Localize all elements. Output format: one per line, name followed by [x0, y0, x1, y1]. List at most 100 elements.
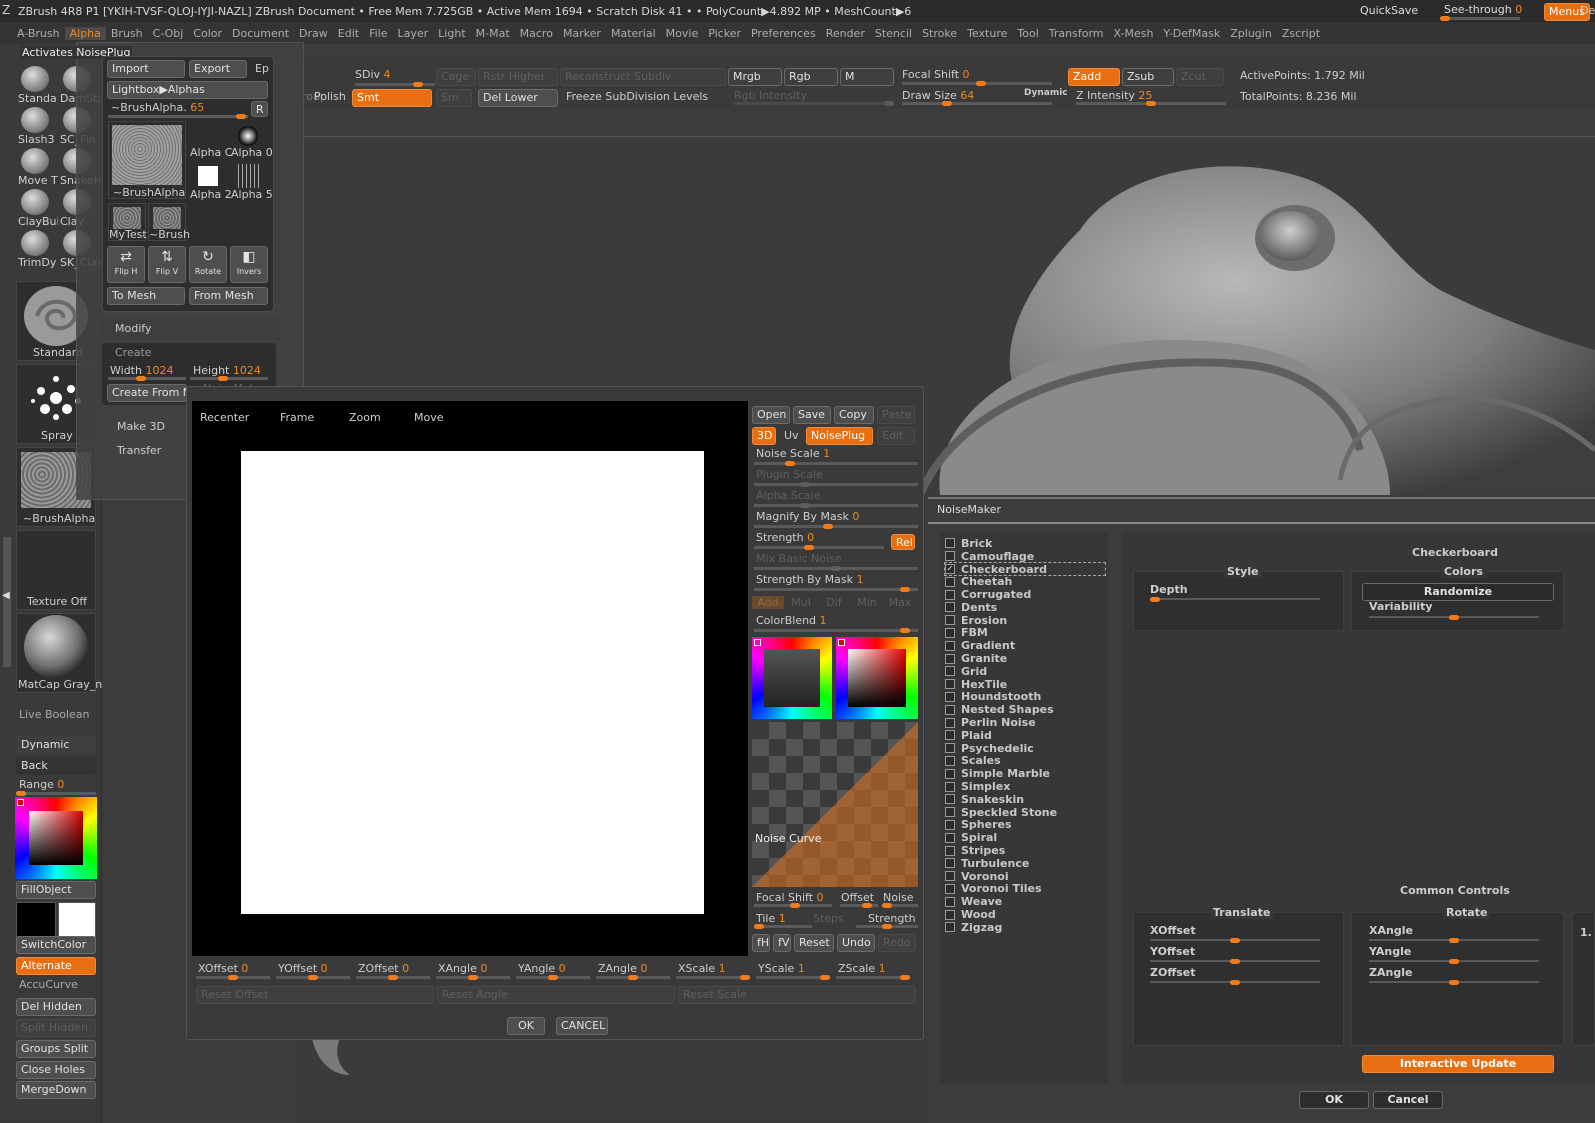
- noise-type-turbulence[interactable]: Turbulence: [945, 857, 1105, 870]
- ep-button[interactable]: Ep: [255, 62, 269, 75]
- recenter-button[interactable]: Recenter: [200, 411, 249, 424]
- checkbox-icon[interactable]: [945, 922, 955, 933]
- nm-yangle-slider[interactable]: YAngle: [1369, 945, 1411, 958]
- checkbox-icon[interactable]: [945, 819, 955, 830]
- noise-type-wood[interactable]: Wood: [945, 908, 1105, 921]
- brush-tile-0[interactable]: Standa: [16, 64, 57, 105]
- noise-type-cheetah[interactable]: Cheetah: [945, 575, 1105, 588]
- alpha-tool-invers-button[interactable]: ◧ Invers: [230, 246, 268, 283]
- noise-type-zigzag[interactable]: Zigzag: [945, 921, 1105, 934]
- live-boolean-button[interactable]: Live Boolean: [19, 708, 90, 721]
- fillobject-button[interactable]: FillObject: [16, 881, 96, 899]
- menu-m-mat[interactable]: M-Mat: [471, 27, 515, 40]
- checkbox-icon[interactable]: [945, 602, 955, 613]
- rgb-button[interactable]: Rgb: [784, 68, 838, 86]
- checkbox-icon[interactable]: [945, 743, 955, 754]
- checkbox-icon[interactable]: [945, 896, 955, 907]
- checkbox-icon[interactable]: [945, 794, 955, 805]
- brush-tile-6[interactable]: ClayBui: [16, 187, 58, 228]
- nm-xangle-slider[interactable]: XAngle: [1369, 924, 1413, 937]
- flip-v-curve-button[interactable]: fV: [773, 934, 791, 952]
- np-mode-add-button[interactable]: Add: [752, 596, 784, 609]
- noise-type-scales[interactable]: Scales: [945, 754, 1105, 767]
- alpha-small-thumb[interactable]: ~Brush: [148, 203, 190, 241]
- np-xoffset-slider[interactable]: XOffset 0: [198, 962, 248, 975]
- noise-type-camouflage[interactable]: Camouflage: [945, 550, 1105, 563]
- alpha-lines-thumb[interactable]: [238, 164, 260, 188]
- brushalpha-slider[interactable]: ~BrushAlpha. 65: [111, 101, 204, 114]
- brush-tile-2[interactable]: Slash3: [16, 105, 56, 146]
- zadd-button[interactable]: Zadd: [1068, 68, 1120, 86]
- zoom-button[interactable]: Zoom: [349, 411, 381, 424]
- see-through-slider[interactable]: [1440, 16, 1520, 21]
- alpha-thumb-label[interactable]: Alpha C: [190, 146, 232, 159]
- to-mesh-button[interactable]: To Mesh: [107, 287, 185, 305]
- checkbox-icon[interactable]: [945, 551, 955, 562]
- noise-color-picker-a[interactable]: [752, 637, 832, 719]
- checkbox-icon[interactable]: [945, 781, 955, 792]
- dynamic-button[interactable]: Dynamic: [16, 736, 96, 754]
- secondary-color-swatch[interactable]: [58, 902, 96, 938]
- variability-slider[interactable]: Variability: [1369, 600, 1433, 613]
- menu-picker[interactable]: Picker: [703, 27, 746, 40]
- curve-reset-button[interactable]: Reset: [794, 934, 834, 952]
- menu-transform[interactable]: Transform: [1044, 27, 1109, 40]
- checkbox-icon[interactable]: [945, 627, 955, 638]
- np-zscale-slider[interactable]: ZScale 1: [838, 962, 886, 975]
- noise-type-speckled-stone[interactable]: Speckled Stone: [945, 806, 1105, 819]
- reset-offset-button[interactable]: Reset Offset: [196, 986, 434, 1004]
- noise-curve-editor[interactable]: Noise Curve: [752, 722, 918, 887]
- interactive-update-button[interactable]: Interactive Update: [1362, 1055, 1554, 1073]
- checkbox-icon[interactable]: [945, 858, 955, 869]
- from-mesh-button[interactable]: From Mesh: [189, 287, 268, 305]
- alpha-brush-thumb[interactable]: [238, 126, 258, 146]
- noise-type-voronoi[interactable]: Voronoi: [945, 870, 1105, 883]
- noiseplug-button[interactable]: NoisePlug: [806, 427, 873, 445]
- reset-scale-button[interactable]: Reset Scale: [678, 986, 916, 1004]
- menu-edit[interactable]: Edit: [333, 27, 364, 40]
- make-3d-button[interactable]: Make 3D: [117, 420, 165, 433]
- noise-type-psychedelic[interactable]: Psychedelic: [945, 742, 1105, 755]
- save-button[interactable]: Save: [793, 406, 831, 424]
- noise-type-granite[interactable]: Granite: [945, 652, 1105, 665]
- split-hidden-button[interactable]: Split Hidden: [16, 1019, 96, 1037]
- checkbox-icon[interactable]: [945, 883, 955, 894]
- np-noise-scale-slider[interactable]: Noise Scale 1: [756, 447, 830, 460]
- menu-material[interactable]: Material: [606, 27, 661, 40]
- np-strength-mask-slider[interactable]: Strength By Mask 1: [756, 573, 863, 586]
- noise-type-weave[interactable]: Weave: [945, 895, 1105, 908]
- np-mode-min-button[interactable]: Min: [851, 596, 883, 609]
- polish-button[interactable]: Polish: [314, 90, 346, 103]
- noiseplug-ok-button[interactable]: OK: [507, 1017, 545, 1035]
- range-slider[interactable]: Range 0: [19, 778, 64, 791]
- smt-button[interactable]: Smt: [352, 89, 432, 107]
- dynamic-toggle[interactable]: Dynamic: [1024, 88, 1068, 98]
- noise-type-plaid[interactable]: Plaid: [945, 729, 1105, 742]
- curve-focal-shift-slider[interactable]: Focal Shift 0: [756, 891, 824, 904]
- noise-type-simple-marble[interactable]: Simple Marble: [945, 767, 1105, 780]
- current-alpha-thumb[interactable]: ~BrushAlpha: [108, 121, 186, 199]
- menu-zscript[interactable]: Zscript: [1277, 27, 1325, 40]
- import-button[interactable]: Import: [107, 60, 185, 78]
- np-strength-slider[interactable]: Strength 0: [756, 531, 814, 544]
- checkbox-icon[interactable]: [945, 704, 955, 715]
- create-from-noise-button[interactable]: Create From N: [107, 384, 187, 402]
- menu-draw[interactable]: Draw: [294, 27, 333, 40]
- quicksave-button[interactable]: QuickSave: [1356, 3, 1422, 19]
- z-intensity-slider[interactable]: Z Intensity 25: [1076, 89, 1152, 102]
- checkbox-icon[interactable]: [945, 538, 955, 549]
- noise-color-picker-b[interactable]: [836, 637, 918, 719]
- zcut-button[interactable]: Zcut: [1176, 68, 1224, 86]
- mrgb-button[interactable]: Mrgb: [728, 68, 782, 86]
- noise-type-hextile[interactable]: HexTile: [945, 678, 1105, 691]
- brush-tile-8[interactable]: TrimDy: [16, 228, 56, 269]
- alpha-thumb-label[interactable]: Alpha 0: [231, 146, 273, 159]
- np-mix-slider[interactable]: Mix Basic Noise: [756, 552, 842, 565]
- nm-xoffset-slider[interactable]: XOffset: [1150, 924, 1196, 937]
- noise-type-perlin-noise[interactable]: Perlin Noise: [945, 716, 1105, 729]
- np-xscale-slider[interactable]: XScale 1: [678, 962, 726, 975]
- mergedown-button[interactable]: MergeDown: [16, 1081, 96, 1099]
- np-mode-dif-button[interactable]: Dif: [818, 596, 850, 609]
- noise-type-corrugated[interactable]: Corrugated: [945, 588, 1105, 601]
- reconstruct-subdiv-button[interactable]: Reconstruct Subdiv: [560, 68, 726, 86]
